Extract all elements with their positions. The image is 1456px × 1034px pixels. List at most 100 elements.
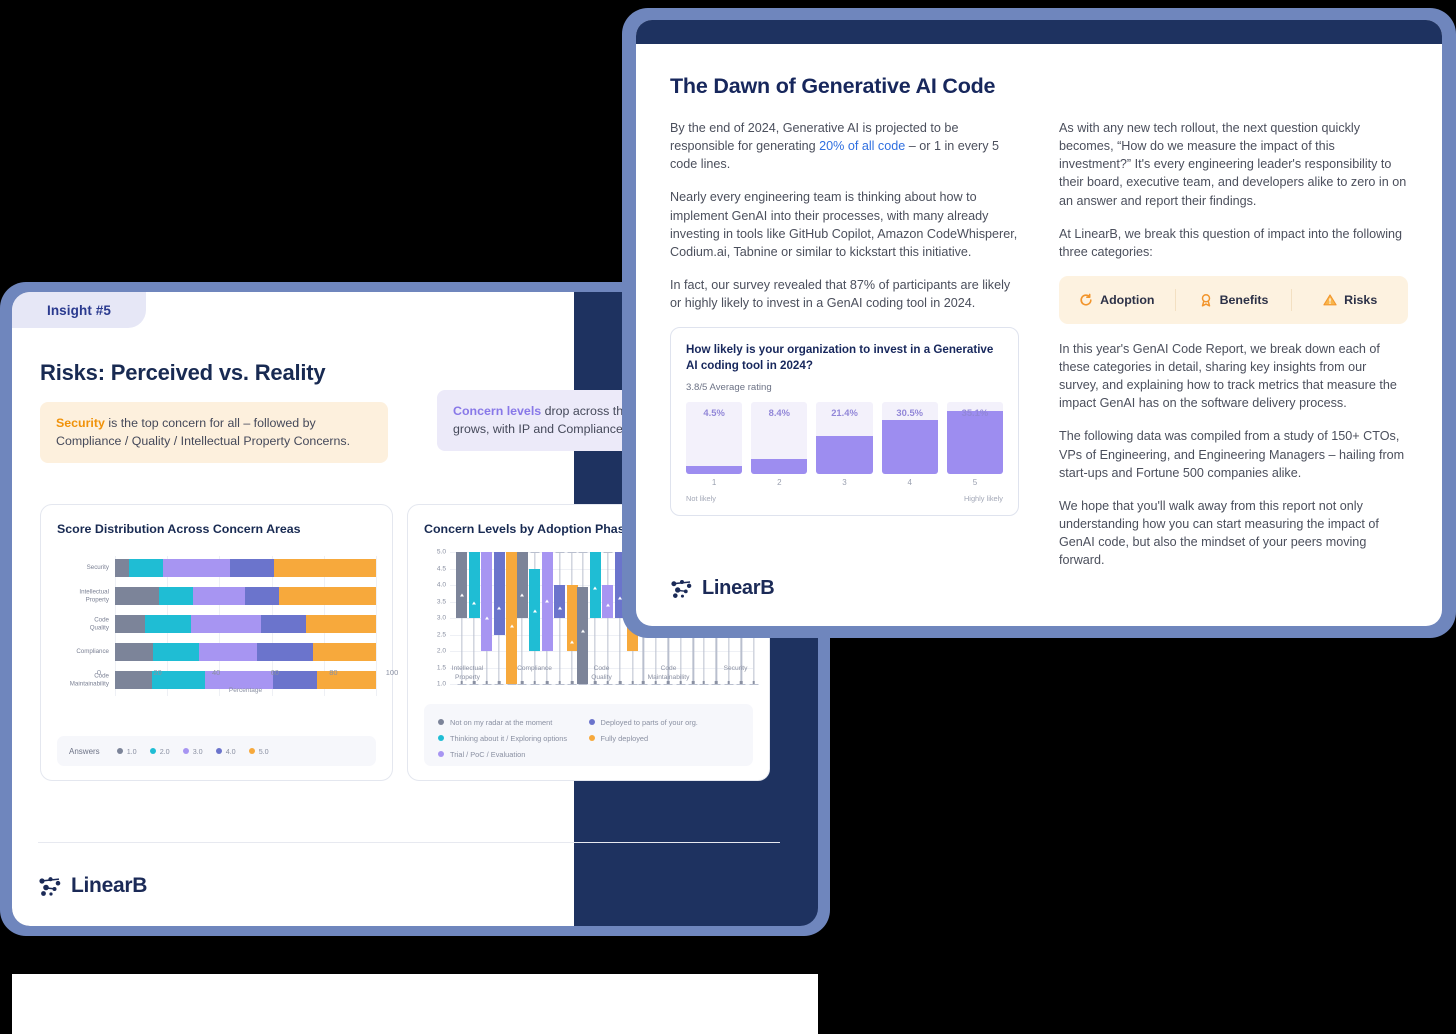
whisker-cap <box>749 684 759 686</box>
chart-2-legend-item[interactable]: Thinking about it / Exploring options <box>438 730 589 746</box>
chart-1-segment <box>163 559 230 577</box>
paragraph-three-categories: At LinearB, we break this question of im… <box>1059 226 1403 259</box>
chart-2-category-label: Code Maintainability <box>647 665 690 681</box>
report-column-right: As with any new tech rollout, the next q… <box>1059 119 1408 584</box>
chart-1-x-tick: 0 <box>96 668 102 677</box>
chart-1-x-axis-label: Percentage <box>228 687 263 694</box>
chart-1-legend-item[interactable]: 2.0 <box>149 746 170 756</box>
pill-label: Adoption <box>1100 292 1155 307</box>
legend-swatch <box>215 748 222 754</box>
paragraph-tools: Nearly every engineering team is thinkin… <box>670 190 1018 259</box>
whisker-cap <box>457 684 466 686</box>
chart-1-x-tick: 20 <box>153 668 162 677</box>
whisker-cap <box>638 684 648 686</box>
whisker-cap <box>567 684 577 686</box>
legend-label: 4.0 <box>225 746 236 756</box>
chart-1-legend-item[interactable]: 3.0 <box>182 746 203 756</box>
pill-label: Risks <box>1344 292 1378 307</box>
mean-marker <box>580 629 585 633</box>
mean-marker <box>484 616 489 620</box>
chart-1-legend-item[interactable]: 5.0 <box>248 747 269 756</box>
survey-bar: 30.5% <box>881 402 938 475</box>
chart-2-legend-item[interactable]: Trial / PoC / Evaluation <box>438 746 589 762</box>
box <box>554 585 566 618</box>
whisker-cap <box>736 684 746 686</box>
chart-1-x-tick: 40 <box>212 668 221 677</box>
survey-low-label: Not likely <box>686 494 716 504</box>
chart-1-segment <box>198 643 258 661</box>
survey-bar: 8.4% <box>751 402 808 475</box>
whisker-cap <box>578 684 588 686</box>
survey-average-rating: 3.8/5 Average rating <box>686 382 772 394</box>
linearb-logo-report: LinearB <box>670 577 775 600</box>
chart-1-x-tick: 100 <box>385 668 399 677</box>
chart-1-segment <box>115 643 153 661</box>
whisker-cap <box>590 684 600 686</box>
survey-bar: 35.1% <box>946 402 1004 475</box>
legend-label: 1.0 <box>126 746 137 756</box>
chart-1-segment <box>193 587 246 605</box>
page-title: Risks: Perceived vs. Reality <box>40 360 326 385</box>
legend-swatch <box>248 748 255 754</box>
legend-label: 2.0 <box>159 746 170 756</box>
chart-1-legend: Answers 1.0 2.0 3.0 4.0 5.0 <box>57 736 376 766</box>
link-20-percent-of-all-code[interactable]: 20% of all code <box>819 139 905 153</box>
whisker-cap <box>711 684 721 686</box>
chart-1-row: Security <box>57 556 376 580</box>
chart-2-y-tick: 2.0 <box>436 647 446 655</box>
paragraph-report-breakdown: In this year's GenAI Code Report, we bre… <box>1059 341 1397 411</box>
pill-risks[interactable]: Risks <box>1291 288 1408 311</box>
chart-2-legend-item[interactable]: Deployed to parts of your org. <box>588 714 740 730</box>
survey-bar-value: 4.5% <box>703 407 725 419</box>
chart-1-segment <box>115 615 145 633</box>
whisker-cap <box>603 684 613 686</box>
legend-label: Thinking about it / Exploring options <box>450 733 568 743</box>
chart-1-segment <box>115 559 130 577</box>
pill-benefits[interactable]: Benefits <box>1174 288 1292 311</box>
chart-1-segment <box>245 587 280 605</box>
report-page-card: The Dawn of Generative AI Code By the en… <box>622 8 1456 638</box>
survey-bar-fill <box>881 419 938 475</box>
chart-1-legend-item[interactable]: 1.0 <box>116 746 137 756</box>
chart-1-row: Compliance <box>57 640 376 664</box>
survey-bar-value: 8.4% <box>768 407 790 419</box>
linearb-wordmark: LinearB <box>702 577 775 599</box>
legend-swatch <box>588 719 595 725</box>
chart-1-segment <box>145 615 191 633</box>
right-card-body: The Dawn of Generative AI Code By the en… <box>636 44 1442 626</box>
chart-1-segment <box>305 615 376 633</box>
whisker-cap <box>542 684 552 686</box>
legend-label: Fully deployed <box>600 733 649 743</box>
chart-card-score-distribution: Score Distribution Across Concern Areas … <box>40 504 398 781</box>
legend-label: 3.0 <box>192 746 203 756</box>
linearb-logo: LinearB <box>38 874 147 898</box>
chart-1-row-label: Compliance <box>76 648 109 656</box>
whisker-cap <box>724 684 734 686</box>
chart-2-legend-item[interactable]: Fully deployed <box>588 730 740 746</box>
chart-2-category-label: Security <box>723 665 748 672</box>
survey-bar: 21.4% <box>816 402 873 475</box>
chart-1-stacked-bar <box>115 559 376 577</box>
whisker-cap <box>615 684 625 686</box>
chart-1-x-tick: 80 <box>329 668 338 677</box>
whisker-cap <box>494 684 504 686</box>
chart-1-legend-item[interactable]: 4.0 <box>215 746 236 756</box>
chart-2-y-tick: 3.5 <box>436 598 446 605</box>
warning-triangle-icon <box>1323 294 1337 306</box>
box <box>493 552 505 635</box>
survey-scale-endpoints: Not likely Highly likely <box>686 494 1003 503</box>
box <box>589 552 601 618</box>
chart-1-x-axis: 0 20 40 60 80 100 <box>96 668 398 680</box>
chart-1-segment <box>159 587 194 605</box>
chart-1-segment <box>115 587 160 605</box>
chart-2-y-tick: 2.5 <box>436 631 446 638</box>
right-card-topbar <box>636 20 1442 44</box>
chart-1-segment <box>152 643 199 661</box>
chart-1-segment <box>129 559 164 577</box>
chart-1-segment <box>257 643 314 661</box>
chart-2-category-label: Compliance <box>517 665 552 672</box>
insight-badge-label: Insight #5 <box>46 302 111 318</box>
pill-adoption[interactable]: Adoption <box>1059 289 1175 311</box>
insight-badge: Insight #5 <box>12 292 146 328</box>
chart-2-legend-item[interactable]: Not on my radar at the moment <box>438 714 589 730</box>
